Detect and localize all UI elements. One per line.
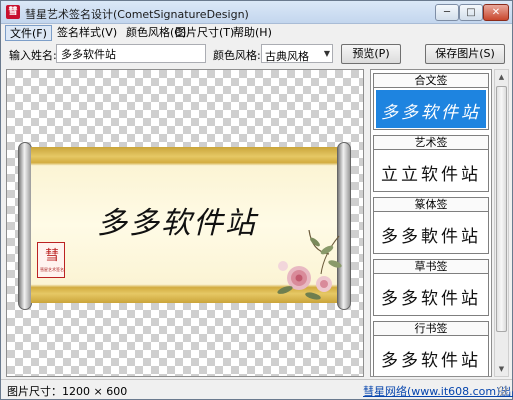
peony-flower-icon bbox=[277, 230, 342, 300]
preview-button[interactable]: 预览(P) bbox=[341, 44, 401, 64]
image-size-status: 图片尺寸：1200 × 600 bbox=[7, 385, 128, 398]
seal-text: 彗星艺术签名 bbox=[40, 267, 64, 272]
preview-canvas: 多多软件站 彗 彗星艺术签名 bbox=[6, 69, 364, 377]
style-card-title: 艺术签 bbox=[374, 136, 488, 150]
window-title: 彗星艺术签名设计(CometSignatureDesign) bbox=[25, 8, 249, 21]
status-bar: 图片尺寸：1200 × 600 彗星网络(www.it608.com)出品 bbox=[1, 379, 513, 399]
color-style-label: 颜色风格: bbox=[213, 49, 261, 62]
signature-style-list: 合文签 多多软件站 艺术签 立立软件站 篆体签 多多軟件站 草书签 多多软件站 … bbox=[370, 69, 492, 377]
calligraphy-signature: 多多软件站 bbox=[97, 206, 257, 241]
toolbar: 输入姓名: 颜色风格: 古典风格 ▼ 预览(P) 保存图片(S) bbox=[1, 42, 512, 66]
chevron-down-icon: ▼ bbox=[323, 49, 330, 58]
style-preview-text: 多多软件站 bbox=[381, 351, 481, 371]
style-card[interactable]: 合文签 多多软件站 bbox=[373, 73, 489, 130]
style-card-title: 草书签 bbox=[374, 260, 488, 274]
color-style-select[interactable]: 古典风格 ▼ bbox=[261, 44, 333, 63]
menu-file[interactable]: 文件(F) bbox=[5, 25, 52, 41]
scrollbar-thumb[interactable] bbox=[496, 86, 507, 332]
style-card-preview: 多多软件站 bbox=[376, 338, 486, 376]
menu-help[interactable]: 帮助(H) bbox=[229, 25, 276, 41]
style-card-preview: 多多软件站 bbox=[376, 90, 486, 128]
style-card[interactable]: 行书签 多多软件站 bbox=[373, 321, 489, 376]
style-card[interactable]: 草书签 多多软件站 bbox=[373, 259, 489, 316]
style-card-title: 合文签 bbox=[374, 74, 488, 88]
style-card-preview: 多多软件站 bbox=[376, 276, 486, 314]
style-card-preview: 多多軟件站 bbox=[376, 214, 486, 252]
app-logo-icon: 彗 bbox=[6, 5, 20, 19]
style-card[interactable]: 篆体签 多多軟件站 bbox=[373, 197, 489, 254]
maximize-button[interactable]: □ bbox=[459, 4, 483, 21]
style-card-title: 篆体签 bbox=[374, 198, 488, 212]
style-preview-text: 立立软件站 bbox=[381, 165, 481, 185]
seal-stamp: 彗 彗星艺术签名 bbox=[37, 242, 65, 278]
style-preview-text: 多多软件站 bbox=[381, 103, 481, 123]
scroll-rod-left bbox=[18, 142, 32, 310]
name-label: 输入姓名: bbox=[9, 49, 57, 62]
title-bar: 彗 彗星艺术签名设计(CometSignatureDesign) ─ □ ✕ bbox=[1, 1, 512, 24]
menu-signature-style[interactable]: 签名样式(V) bbox=[53, 25, 121, 41]
color-style-value: 古典风格 bbox=[265, 50, 309, 63]
style-preview-text: 多多軟件站 bbox=[381, 227, 481, 247]
name-input[interactable] bbox=[56, 44, 206, 63]
minimize-button[interactable]: ─ bbox=[435, 4, 459, 21]
style-list-scrollbar[interactable]: ▲ ▼ bbox=[494, 69, 509, 377]
vendor-link[interactable]: 彗星网络(www.it608.com)出品 bbox=[363, 383, 513, 399]
scroll-up-icon[interactable]: ▲ bbox=[495, 70, 508, 84]
menu-bar: 文件(F) 签名样式(V) 颜色风格(C) 图片尺寸(T) 帮助(H) bbox=[1, 24, 512, 42]
style-preview-text: 多多软件站 bbox=[381, 289, 481, 309]
style-card-title: 行书签 bbox=[374, 322, 488, 336]
scroll-down-icon[interactable]: ▼ bbox=[495, 362, 508, 376]
app-window: 彗 彗星艺术签名设计(CometSignatureDesign) ─ □ ✕ 文… bbox=[0, 0, 513, 400]
save-image-button[interactable]: 保存图片(S) bbox=[425, 44, 505, 64]
style-card-preview: 立立软件站 bbox=[376, 152, 486, 190]
seal-char: 彗 bbox=[45, 248, 59, 264]
style-card[interactable]: 艺术签 立立软件站 bbox=[373, 135, 489, 192]
resize-grip-icon[interactable] bbox=[498, 386, 508, 396]
close-button[interactable]: ✕ bbox=[483, 4, 509, 21]
